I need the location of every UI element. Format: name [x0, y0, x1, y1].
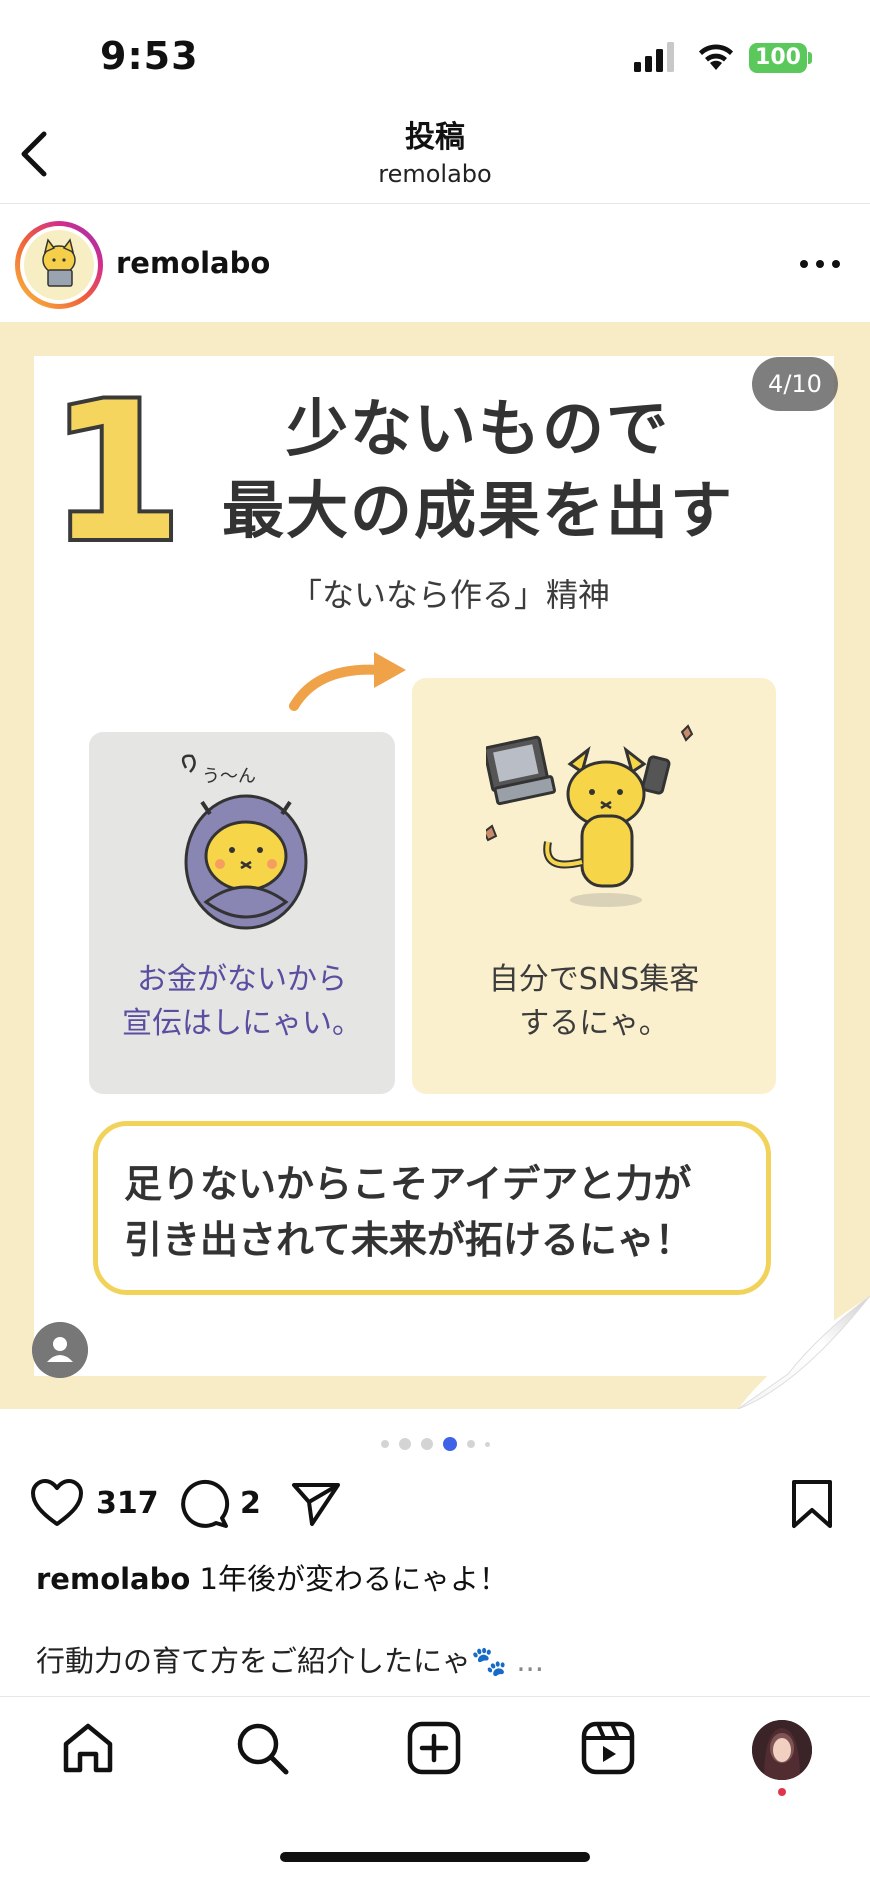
comment-bubble-icon[interactable]: [178, 1478, 230, 1530]
like-count[interactable]: 317: [96, 1486, 159, 1521]
after-caption-line2: するにゃ。: [519, 1006, 669, 1041]
before-caption-line1: お金がないから: [137, 962, 347, 997]
heart-icon[interactable]: [30, 1478, 84, 1528]
caption-line2-text: 行動力の育て方をご紹介したにゃ🐾: [36, 1644, 508, 1678]
paper-plane-icon[interactable]: [290, 1480, 342, 1528]
bookmark-icon[interactable]: [790, 1478, 834, 1530]
before-caption: お金がないから 宣伝はしにゃい。: [100, 958, 384, 1046]
create-post-icon[interactable]: [406, 1720, 462, 1776]
before-caption-line2: 宣伝はしにゃい。: [122, 1006, 362, 1041]
svg-text:1: 1: [54, 380, 174, 555]
tagged-user-icon[interactable]: [32, 1322, 88, 1378]
post-caption-line2: 行動力の育て方をご紹介したにゃ🐾 ...: [36, 1638, 544, 1680]
svg-text:う〜ん: う〜ん: [202, 766, 256, 787]
caption-username[interactable]: remolabo: [36, 1562, 190, 1596]
page-curl-graphic: [738, 1296, 870, 1409]
page-title: 投稿: [405, 120, 465, 155]
carousel-dot: [380, 1440, 389, 1448]
more-options-icon[interactable]: [796, 256, 846, 272]
profile-avatar[interactable]: [752, 1720, 812, 1780]
reels-icon[interactable]: [580, 1720, 636, 1776]
status-time: 9:53: [100, 34, 199, 78]
nav-divider: [0, 1696, 870, 1697]
header-divider: [0, 203, 870, 204]
comment-count[interactable]: 2: [240, 1486, 261, 1521]
cat-avatar-icon: [42, 238, 76, 287]
battery-tip: [808, 52, 812, 64]
happy-cat-laptop-illustration: [486, 724, 694, 907]
carousel-dot: [466, 1440, 475, 1448]
carousel-indicator: [0, 1436, 870, 1452]
profile-photo-icon: [752, 1720, 812, 1780]
carousel-dot-active: [442, 1437, 457, 1451]
after-caption-line1: 自分でSNS集客: [488, 962, 700, 997]
carousel-dot: [420, 1438, 433, 1450]
author-avatar[interactable]: [24, 230, 94, 300]
home-icon[interactable]: [60, 1720, 116, 1776]
post-username[interactable]: remolabo: [116, 246, 270, 280]
slide-subtitle: 「ないなら作る」精神: [289, 576, 610, 614]
curved-arrow-icon: [289, 652, 406, 711]
battery-indicator: 100: [749, 43, 807, 73]
slide-title: 少ないもので 最大の成果を出す: [178, 388, 778, 552]
cellular-signal-icon: [634, 42, 674, 72]
wifi-icon: [699, 44, 733, 70]
home-indicator[interactable]: [280, 1852, 590, 1862]
callout-line2: 引き出されて未来が拓けるにゃ！: [124, 1218, 693, 1262]
number-one-graphic: 1: [54, 380, 174, 555]
carousel-dot: [398, 1438, 411, 1450]
caption-more-link[interactable]: ...: [516, 1644, 544, 1678]
worried-cat-illustration: う〜ん: [181, 754, 308, 930]
callout-line1: 足りないからこそアイデアと力が: [124, 1162, 692, 1206]
slide-title-line1: 少ないもので: [285, 392, 670, 465]
notification-dot: [778, 1788, 786, 1796]
callout-box: 足りないからこそアイデアと力が 引き出されて未来が拓けるにゃ！: [93, 1121, 771, 1295]
caption-text: 1年後が変わるにゃよ！: [199, 1562, 508, 1596]
search-icon[interactable]: [234, 1720, 290, 1776]
slide-title-line2: 最大の成果を出す: [221, 474, 734, 547]
carousel-dot: [484, 1441, 490, 1447]
after-caption: 自分でSNS集客 するにゃ。: [424, 958, 764, 1046]
post-caption: remolabo 1年後が変わるにゃよ！: [36, 1556, 508, 1598]
page-subtitle: remolabo: [378, 160, 492, 188]
